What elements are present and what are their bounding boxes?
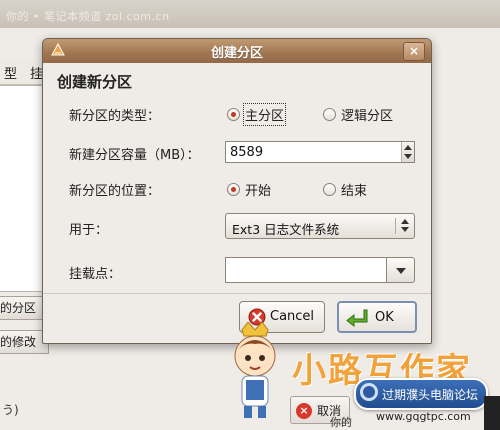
partition-type-label: 新分区的类型： (69, 109, 161, 124)
use-as-label: 用于： (69, 223, 109, 238)
mount-point-label: 挂载点： (69, 267, 122, 282)
dialog-heading: 创建新分区 (57, 73, 133, 91)
logical-partition-label[interactable]: 逻辑分区 (341, 105, 393, 124)
corner-bar (484, 396, 500, 430)
position-start-radio[interactable] (227, 183, 240, 196)
background-title-bar: 你的 • 笔记本频道 zol.com.cn (0, 0, 500, 29)
ok-label: OK (375, 310, 394, 325)
forum-url: www.gqgtpc.com (376, 410, 471, 423)
watermark-text: 你的 • 笔记本频道 zol.com.cn (6, 10, 170, 23)
forum-badge-text: 过期濮头电脑论坛 (382, 388, 479, 402)
position-end-label[interactable]: 结束 (341, 180, 367, 199)
background-status-text: う) (2, 403, 19, 417)
ok-button[interactable]: OK (337, 301, 417, 333)
primary-partition-radio[interactable] (227, 108, 240, 121)
spin-up-icon[interactable] (404, 145, 412, 150)
partition-size-spinbox[interactable]: 8589 (225, 141, 415, 163)
create-partition-dialog: 创建分区 × 创建新分区 新分区的类型： 主分区 逻辑分区 新建分区容量（MB）… (42, 38, 432, 344)
background-bottom-label: 你的 (330, 416, 352, 429)
primary-partition-label[interactable]: 主分区 (242, 103, 287, 126)
position-end-radio[interactable] (323, 183, 336, 196)
filesystem-value: Ext3 日志文件系统 (232, 222, 340, 237)
button-separator (43, 293, 431, 294)
partition-position-label: 新分区的位置： (69, 184, 161, 199)
logical-partition-radio[interactable] (323, 108, 336, 121)
background-tab-type[interactable]: 型 (4, 63, 17, 82)
mount-point-combo[interactable] (225, 257, 415, 283)
position-start-label[interactable]: 开始 (245, 180, 271, 199)
ring-icon (360, 383, 378, 401)
spin-arrows[interactable] (401, 142, 414, 162)
mascot-illustration (234, 322, 276, 418)
select-divider (395, 218, 396, 234)
mount-point-dropdown-button[interactable] (387, 257, 415, 283)
spin-down-icon[interactable] (404, 154, 412, 159)
forum-badge: 过期濮头电脑论坛 (354, 378, 488, 410)
partition-size-label: 新建分区容量（MB）： (69, 148, 200, 163)
dialog-title: 创建分区 (210, 46, 263, 61)
cancel-icon: × (296, 403, 312, 419)
dialog-title-bar[interactable]: 创建分区 × (43, 39, 431, 63)
filesystem-select[interactable]: Ext3 日志文件系统 (225, 213, 415, 239)
chevron-down-icon (396, 268, 406, 274)
enter-arrow-icon (346, 309, 368, 327)
partition-size-value: 8589 (230, 145, 264, 160)
updown-arrows-icon (400, 218, 410, 234)
close-button[interactable]: × (403, 42, 425, 61)
mount-point-input[interactable] (225, 257, 387, 283)
close-icon: × (408, 44, 420, 58)
